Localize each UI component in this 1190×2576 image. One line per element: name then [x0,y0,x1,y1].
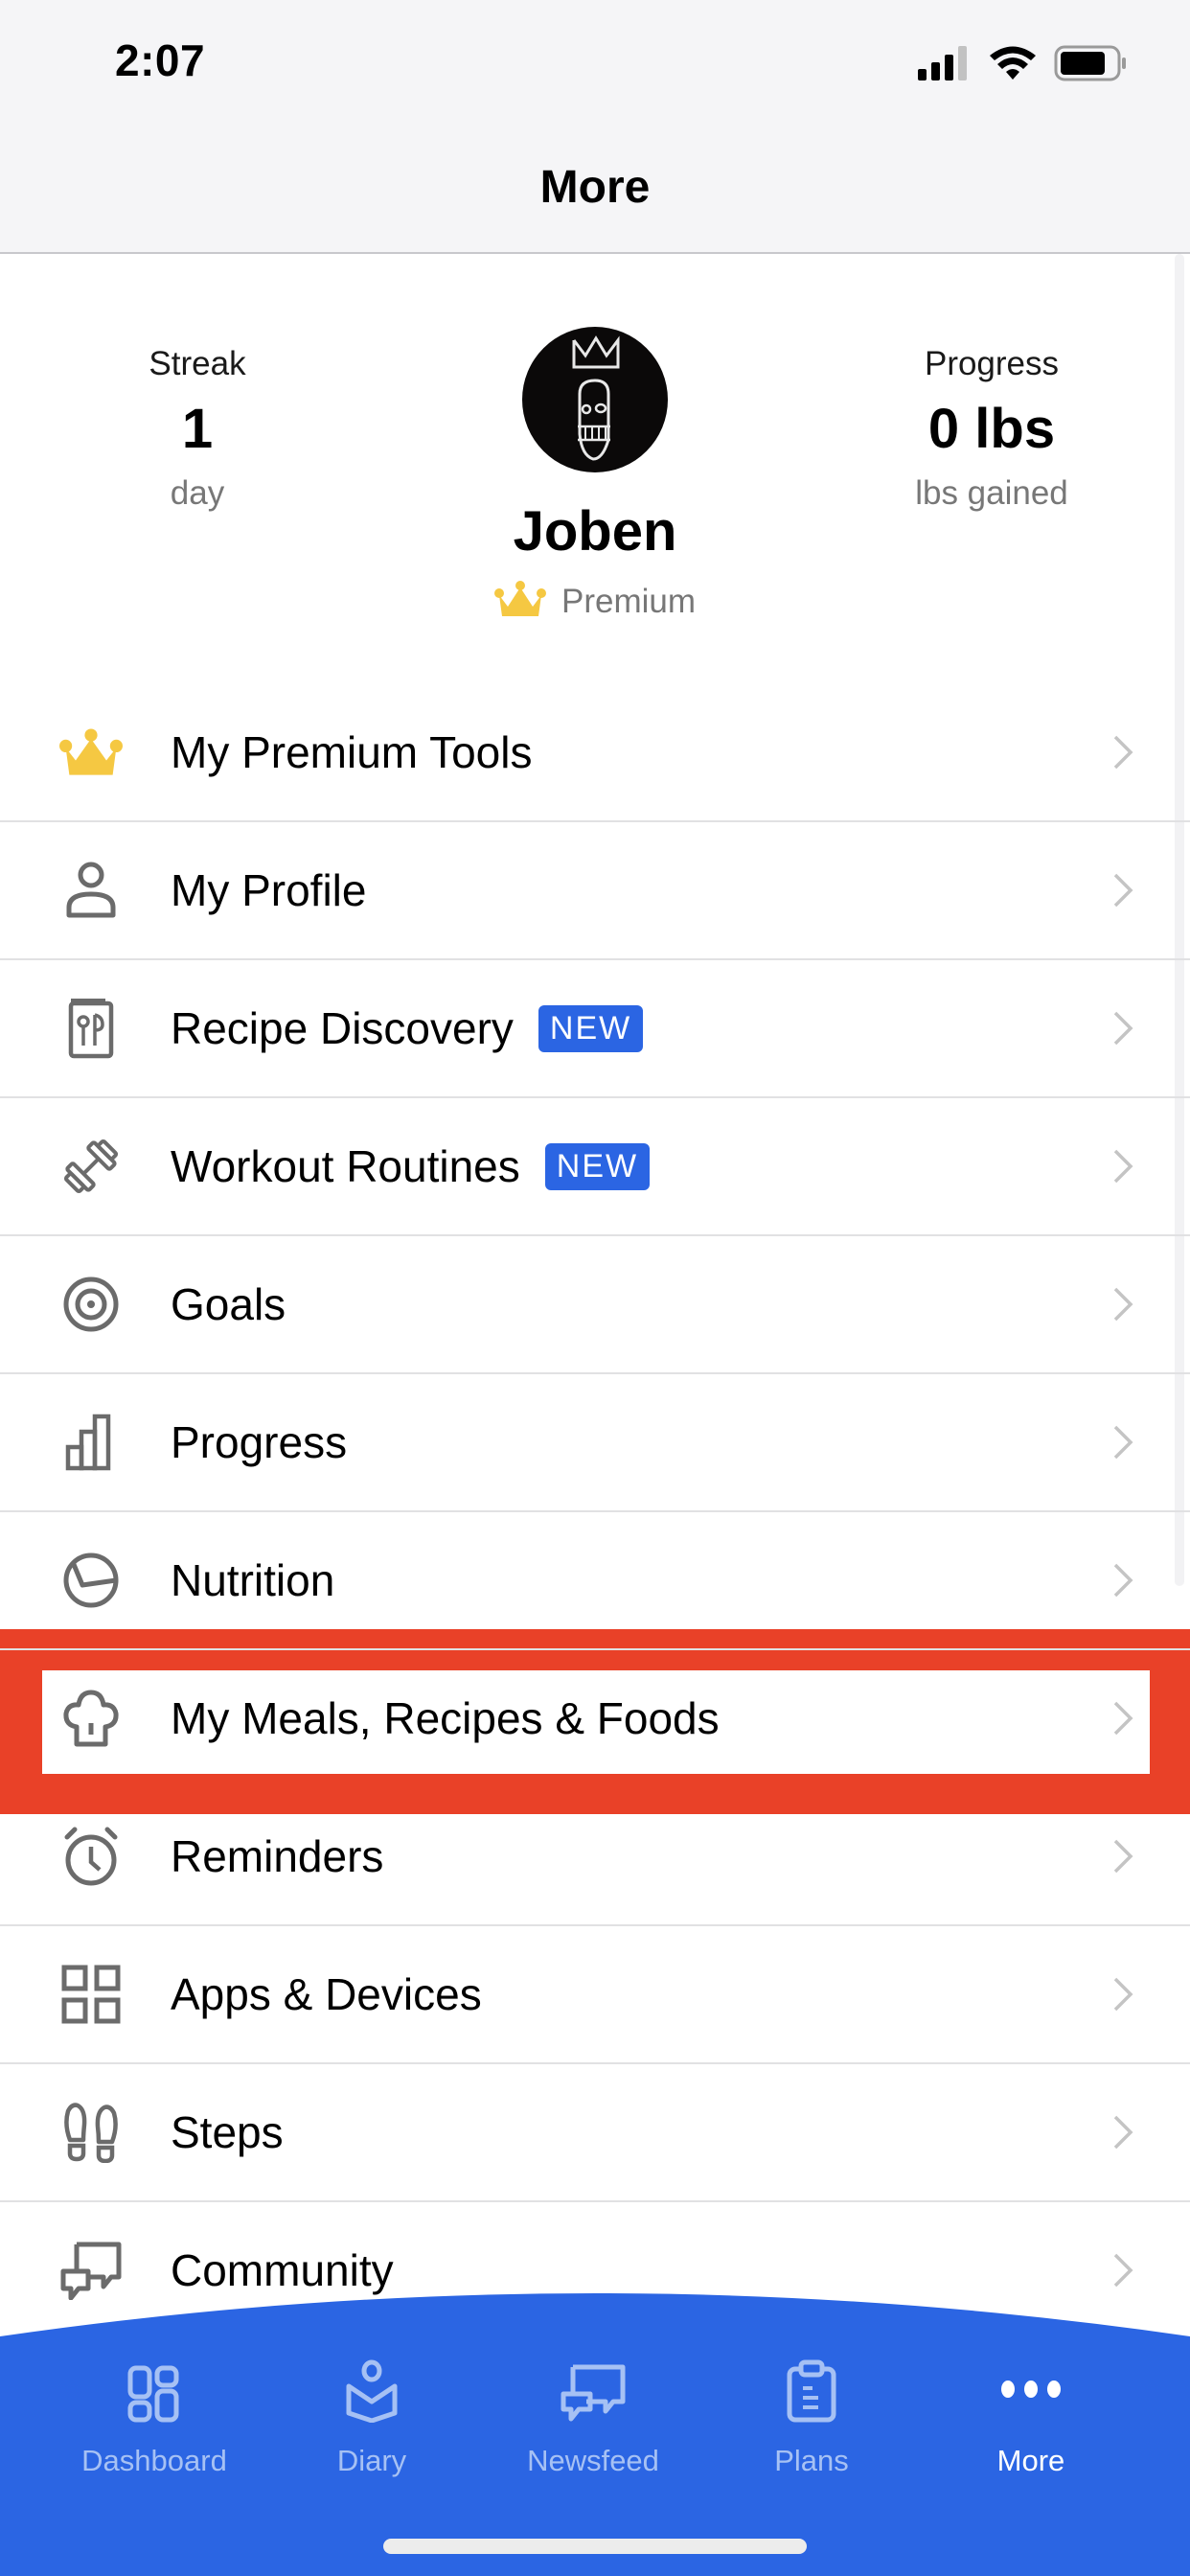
chevron-right-icon [1113,1839,1133,1874]
chevron-right-icon [1113,873,1133,908]
chevron-right-icon [1113,1011,1133,1046]
premium-badge: Premium [0,580,1190,623]
new-badge: NEW [538,1004,644,1052]
status-bar: 2:07 [0,0,1190,125]
tab-plans[interactable]: Plans [716,2356,907,2478]
nav-header: More [0,125,1190,254]
menu-item-recipe-discovery[interactable]: Recipe Discovery NEW [0,960,1190,1098]
tab-more[interactable]: More [935,2356,1127,2478]
newsfeed-icon [497,2356,689,2423]
more-dots-icon [935,2356,1127,2423]
new-badge: NEW [544,1142,651,1190]
bar-chart-icon [59,1411,123,1474]
progress-stat: Progress 0 lbs lbs gained [848,345,1135,513]
diary-icon [276,2356,468,2423]
menu-item-label: Progress [171,1417,348,1467]
chevron-right-icon [1113,1287,1133,1322]
menu-item-label: Steps [171,2107,284,2157]
crown-icon [493,580,546,623]
chevron-right-icon [1113,1149,1133,1184]
tab-label: Dashboard [81,2444,227,2477]
footprints-icon [59,2101,123,2164]
tab-diary[interactable]: Diary [276,2356,468,2478]
menu-item-my-profile[interactable]: My Profile [0,822,1190,960]
streak-stat: Streak 1 day [54,345,341,513]
alarm-clock-icon [59,1825,123,1888]
chevron-right-icon [1113,1977,1133,2012]
menu-item-nutrition[interactable]: Nutrition [0,1512,1190,1650]
avatar[interactable] [522,327,668,472]
menu-item-label-text: Workout Routines [171,1141,520,1191]
menu-item-my-meals-recipes-foods[interactable]: My Meals, Recipes & Foods [0,1650,1190,1788]
person-icon [59,859,123,922]
tab-bar: Dashboard Diary Newsfeed Plans More [0,2288,1190,2576]
chef-hat-icon [59,1687,123,1750]
streak-label: Streak [149,345,246,382]
menu-item-label-text: Recipe Discovery [171,1003,514,1053]
page-title: More [539,162,651,213]
dumbbell-icon [59,1135,123,1198]
menu-item-label: My Profile [171,865,367,915]
menu-item-progress[interactable]: Progress [0,1374,1190,1512]
cellular-signal-icon [918,46,972,85]
progress-label: Progress [924,345,1060,382]
chevron-right-icon [1113,1563,1133,1598]
menu-item-label: Goals [171,1279,286,1329]
menu-item-apps-devices[interactable]: Apps & Devices [0,1926,1190,2064]
battery-icon [1054,44,1129,87]
menu-item-label: Recipe Discovery NEW [171,1002,644,1054]
tab-dashboard[interactable]: Dashboard [58,2356,250,2478]
clipboard-icon [716,2356,907,2423]
apps-grid-icon [59,1963,123,2026]
chevron-right-icon [1113,1701,1133,1736]
tab-newsfeed[interactable]: Newsfeed [497,2356,689,2478]
status-icons [918,44,1129,87]
target-icon [59,1273,123,1336]
user-name: Joben [513,500,677,563]
membership-label: Premium [561,582,697,620]
chevron-right-icon [1113,2115,1133,2150]
menu-item-label: Workout Routines NEW [171,1140,651,1192]
tab-label: Diary [336,2444,407,2477]
menu-item-steps[interactable]: Steps [0,2064,1190,2202]
recipe-book-icon [59,997,123,1060]
progress-value: 0 lbs [927,398,1056,460]
menu-item-label: My Meals, Recipes & Foods [171,1693,720,1743]
menu-item-reminders[interactable]: Reminders [0,1788,1190,1926]
menu-item-label: My Premium Tools [171,727,533,777]
menu-item-goals[interactable]: Goals [0,1236,1190,1374]
wifi-icon [989,45,1037,86]
menu-item-premium-tools[interactable]: My Premium Tools [0,684,1190,822]
streak-value: 1 [181,398,214,460]
tab-label: Newsfeed [527,2444,659,2477]
profile-summary: Streak 1 day Progress 0 lbs lbs gained J… [0,254,1190,685]
chevron-right-icon [1113,2253,1133,2288]
menu-item-workout-routines[interactable]: Workout Routines NEW [0,1098,1190,1236]
menu-item-label: Reminders [171,1831,384,1881]
avatar-image [572,335,620,461]
home-indicator[interactable] [383,2539,807,2554]
crown-icon [59,721,123,784]
chevron-right-icon [1113,735,1133,770]
dashboard-icon [58,2356,250,2423]
menu-item-label: Apps & Devices [171,1969,482,2019]
tab-label: More [996,2444,1065,2477]
pie-chart-icon [59,1549,123,1612]
status-time: 2:07 [115,35,206,85]
menu-list: My Premium Tools My Profile Recipe Disco… [0,684,1190,2340]
menu-item-label: Nutrition [171,1555,335,1605]
tab-label: Plans [774,2444,849,2477]
chevron-right-icon [1113,1425,1133,1460]
